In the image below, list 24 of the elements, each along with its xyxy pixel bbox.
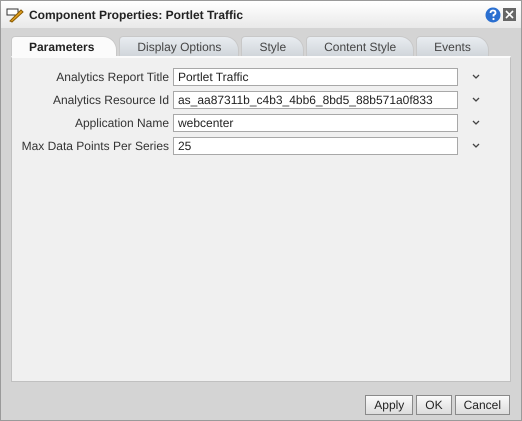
chart-pencil-icon [6, 6, 24, 22]
text-field[interactable]: Portlet Traffic [173, 68, 458, 86]
text-field[interactable]: as_aa87311b_c4b3_4bb6_8bd5_88b571a0f833 [173, 91, 458, 109]
field-label: Max Data Points Per Series [20, 138, 170, 155]
tab[interactable]: Parameters [11, 36, 118, 56]
help-icon[interactable] [485, 6, 501, 22]
window-title: Component Properties: Portlet Traffic [29, 6, 244, 24]
tab[interactable]: Content Style [306, 36, 414, 56]
text-field[interactable]: webcenter [173, 114, 458, 132]
tab[interactable]: Display Options [119, 36, 240, 56]
chevron-down-icon[interactable] [472, 74, 480, 80]
chevron-down-icon[interactable] [472, 143, 480, 149]
field-label: Application Name [74, 115, 170, 132]
chevron-down-icon[interactable] [472, 120, 480, 126]
dialog-button[interactable]: Cancel [454, 395, 510, 415]
dialog-button[interactable]: OK [416, 395, 452, 415]
field-label: Analytics Resource Id [52, 92, 170, 109]
field-label: Analytics Report Title [55, 69, 170, 86]
tab[interactable]: Style [241, 36, 304, 56]
dialog-button[interactable]: Apply [365, 395, 414, 415]
text-field[interactable]: 25 [173, 137, 458, 155]
tab[interactable]: Events [416, 36, 489, 56]
chevron-down-icon[interactable] [472, 97, 480, 103]
close-icon[interactable] [503, 8, 516, 21]
